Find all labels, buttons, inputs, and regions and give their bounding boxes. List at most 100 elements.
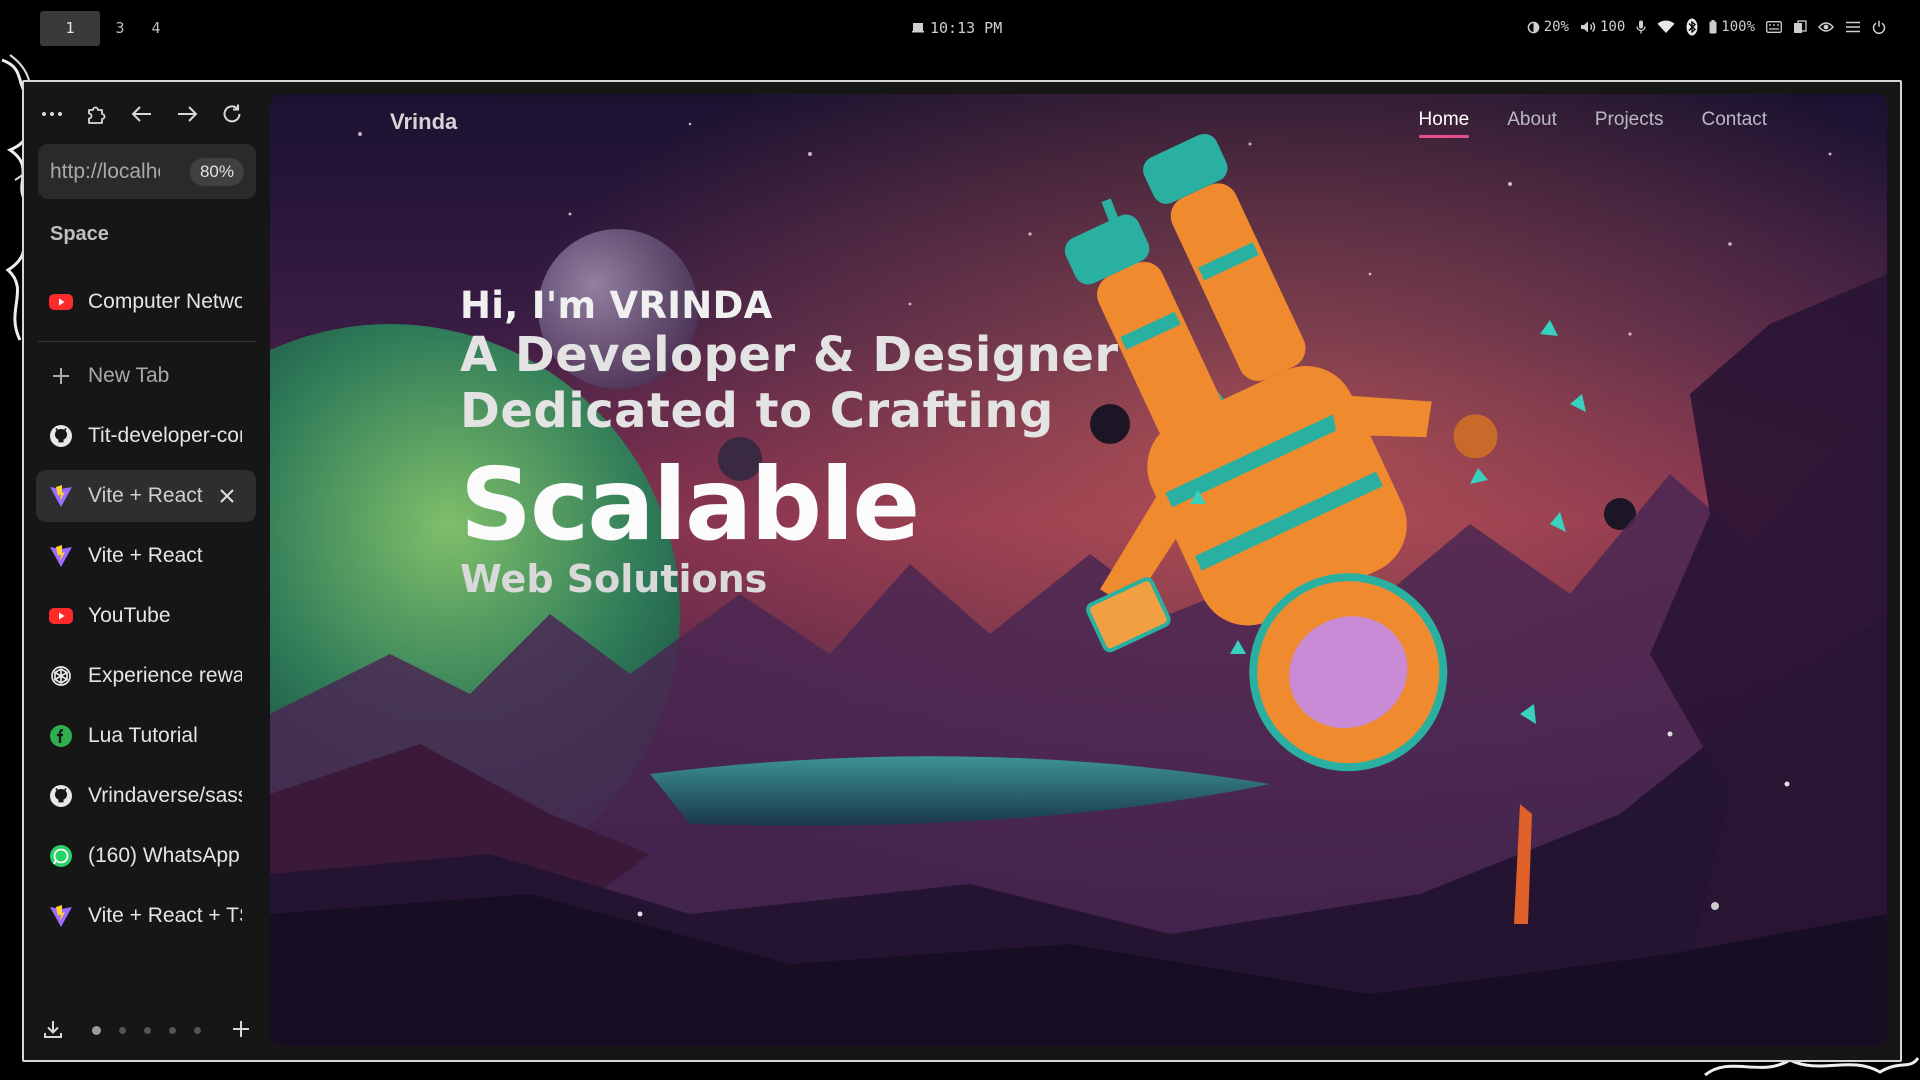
close-tab-button[interactable] bbox=[216, 485, 238, 507]
tab-label: Lua Tutorial bbox=[88, 724, 198, 747]
nav-link-home[interactable]: Home bbox=[1418, 109, 1469, 138]
close-icon bbox=[220, 489, 234, 503]
eye-icon[interactable] bbox=[1818, 21, 1834, 33]
tab-label: YouTube bbox=[88, 604, 171, 627]
wifi-icon[interactable] bbox=[1657, 20, 1675, 34]
hero-line-2: Dedicated to Crafting bbox=[460, 383, 1054, 439]
workspace-3[interactable]: 3 bbox=[110, 11, 130, 46]
nav-link-projects[interactable]: Projects bbox=[1595, 109, 1664, 138]
space-title: Space bbox=[50, 223, 109, 245]
hero-section: Hi, I'm VRINDA A Developer & Designer De… bbox=[460, 284, 1119, 599]
tab-label: Vrindaverse/sass bbox=[88, 784, 242, 807]
battery-value: 100% bbox=[1721, 19, 1755, 35]
space-dot-2[interactable] bbox=[119, 1027, 126, 1034]
power-icon[interactable] bbox=[1872, 20, 1886, 34]
plus-icon bbox=[233, 1021, 249, 1037]
volume-icon bbox=[1580, 20, 1596, 34]
plus-icon bbox=[48, 363, 74, 389]
new-tab-label: New Tab bbox=[88, 364, 170, 387]
github-icon bbox=[48, 783, 74, 809]
bluetooth-icon[interactable] bbox=[1686, 18, 1698, 36]
browser-window: http://localhost 80% Space Computer Netw… bbox=[22, 80, 1902, 1062]
reload-icon bbox=[223, 104, 241, 123]
hero-line-1: A Developer & Designer bbox=[460, 327, 1119, 383]
tab[interactable]: Vite + React bbox=[36, 530, 256, 582]
lua-icon bbox=[48, 723, 74, 749]
new-space-button[interactable] bbox=[226, 1014, 256, 1044]
vite-icon bbox=[48, 903, 74, 929]
tab[interactable]: YouTube bbox=[36, 590, 256, 642]
download-icon bbox=[44, 1021, 62, 1038]
volume-value: 100 bbox=[1599, 19, 1626, 35]
youtube-icon bbox=[48, 603, 74, 629]
tab-active[interactable]: Vite + React bbox=[36, 470, 256, 522]
tab-label: Computer Networks bbox=[88, 290, 242, 313]
downloads-button[interactable] bbox=[38, 1014, 68, 1044]
tab-label: Tit-developer-community bbox=[88, 424, 242, 447]
workspace-4[interactable]: 4 bbox=[146, 11, 166, 46]
vite-icon bbox=[48, 483, 74, 509]
github-icon bbox=[48, 423, 74, 449]
brightness-value: 20% bbox=[1543, 19, 1569, 35]
brightness-icon bbox=[1527, 21, 1540, 34]
pinned-tab[interactable]: Computer Networks bbox=[36, 276, 256, 328]
hero-greeting: Hi, I'm VRINDA bbox=[460, 284, 773, 327]
hero-line-3: Web Solutions bbox=[460, 557, 768, 601]
clock-icon bbox=[912, 19, 924, 37]
tab[interactable]: Vite + React + TS bbox=[36, 890, 256, 942]
vite-icon bbox=[48, 543, 74, 569]
reload-button[interactable] bbox=[216, 98, 248, 130]
volume-indicator[interactable]: 100 bbox=[1580, 19, 1625, 35]
menu-icon[interactable] bbox=[1845, 21, 1861, 33]
sidebar-footer bbox=[24, 1000, 268, 1060]
battery-icon bbox=[1709, 20, 1717, 34]
system-top-bar: 1 3 4 10:13 PM 20% 100 100% bbox=[0, 0, 1920, 58]
battery-indicator[interactable]: 100% bbox=[1709, 19, 1755, 35]
clock[interactable]: 10:13 PM bbox=[912, 19, 1002, 37]
tab[interactable]: Vrindaverse/sass bbox=[36, 770, 256, 822]
space-dot-4[interactable] bbox=[169, 1027, 176, 1034]
back-button[interactable] bbox=[126, 98, 158, 130]
tab-label: Experience rewards bbox=[88, 664, 242, 687]
address-bar[interactable]: http://localhost 80% bbox=[38, 144, 256, 199]
whatsapp-icon bbox=[48, 843, 74, 869]
openai-icon bbox=[48, 663, 74, 689]
space-dot-1[interactable] bbox=[92, 1026, 101, 1035]
tab[interactable]: (160) WhatsApp bbox=[36, 830, 256, 882]
web-content: Vrinda Home About Projects Contact Hi, I… bbox=[270, 94, 1887, 1046]
hero-highlight: Scalable bbox=[460, 446, 920, 563]
zoom-badge[interactable]: 80% bbox=[189, 157, 244, 186]
arrow-left-icon bbox=[131, 106, 151, 122]
nav-link-about[interactable]: About bbox=[1507, 109, 1557, 138]
site-nav: Home About Projects Contact bbox=[1418, 109, 1767, 138]
brightness-indicator[interactable]: 20% bbox=[1527, 19, 1569, 35]
extensions-button[interactable] bbox=[81, 98, 113, 130]
system-tray: 20% 100 100% bbox=[1527, 18, 1886, 36]
url-text[interactable]: http://localhost bbox=[50, 160, 160, 184]
tab[interactable]: Lua Tutorial bbox=[36, 710, 256, 762]
more-icon bbox=[42, 112, 62, 116]
space-dot-5[interactable] bbox=[194, 1027, 201, 1034]
forward-button[interactable] bbox=[171, 98, 203, 130]
nav-toolbar bbox=[36, 98, 248, 130]
microphone-icon[interactable] bbox=[1636, 20, 1646, 34]
workspace-1[interactable]: 1 bbox=[40, 11, 100, 46]
arrow-right-icon bbox=[178, 106, 198, 122]
tab-label: Vite + React bbox=[88, 484, 203, 507]
sidebar-divider bbox=[38, 341, 256, 342]
tab[interactable]: Experience rewards bbox=[36, 650, 256, 702]
youtube-icon bbox=[48, 289, 74, 315]
more-options-button[interactable] bbox=[36, 98, 68, 130]
clipboard-icon[interactable] bbox=[1793, 20, 1807, 34]
site-logo[interactable]: Vrinda bbox=[390, 109, 457, 135]
new-tab-button[interactable]: New Tab bbox=[36, 350, 256, 402]
browser-sidebar: http://localhost 80% Space Computer Netw… bbox=[24, 82, 268, 1060]
keyboard-icon[interactable] bbox=[1766, 21, 1782, 33]
clock-text: 10:13 PM bbox=[930, 19, 1003, 37]
tab[interactable]: Tit-developer-community bbox=[36, 410, 256, 462]
nav-link-contact[interactable]: Contact bbox=[1702, 109, 1767, 138]
puzzle-icon bbox=[88, 106, 106, 124]
space-dot-3[interactable] bbox=[144, 1027, 151, 1034]
tab-label: Vite + React bbox=[88, 544, 203, 567]
tab-label: (160) WhatsApp bbox=[88, 844, 240, 867]
